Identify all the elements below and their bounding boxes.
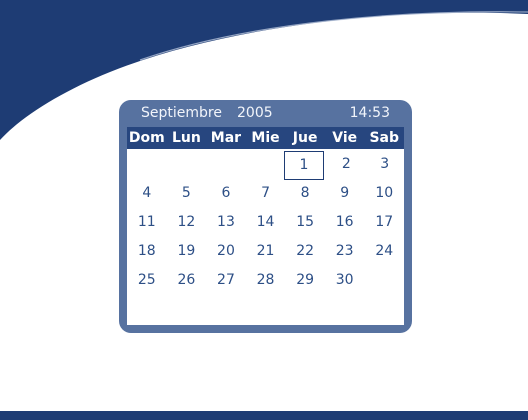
calendar-empty-cell: [242, 151, 280, 180]
calendar-day[interactable]: 8: [285, 180, 325, 209]
weekday-label: Mie: [251, 130, 280, 146]
year-label: 2005: [237, 105, 273, 121]
calendar-day[interactable]: 9: [325, 180, 365, 209]
weekday-label: Mar: [210, 130, 242, 146]
calendar-week-row: 4 5 6 7 8 9 10: [127, 180, 404, 209]
calendar-day[interactable]: 19: [167, 238, 207, 267]
calendar-day[interactable]: 25: [127, 267, 167, 296]
calendar-day[interactable]: 24: [364, 238, 404, 267]
calendar-day[interactable]: 29: [285, 267, 325, 296]
clock-time: 14:53: [349, 105, 390, 121]
calendar-empty-cell: [204, 151, 242, 180]
calendar-week-row: 123: [127, 151, 404, 180]
calendar-day[interactable]: 22: [285, 238, 325, 267]
calendar-day[interactable]: 27: [206, 267, 246, 296]
weekday-label: Dom: [128, 130, 165, 146]
weekday-label: Jue: [292, 130, 318, 146]
calendar-day[interactable]: 18: [127, 238, 167, 267]
calendar-header: Septiembre 2005 14:53: [119, 100, 412, 127]
calendar-widget: Septiembre 2005 14:53 Dom Lun Mar Mie Jue Vie…: [119, 100, 412, 333]
calendar-week-row: 25 26 27 28 29 30: [127, 267, 404, 296]
calendar-empty-cell: [127, 151, 165, 180]
calendar-day[interactable]: 21: [246, 238, 286, 267]
calendar-day[interactable]: 13: [206, 209, 246, 238]
calendar-day[interactable]: 3: [366, 151, 404, 180]
calendar-day[interactable]: 30: [325, 267, 365, 296]
calendar-day[interactable]: 20: [206, 238, 246, 267]
calendar-day[interactable]: 7: [246, 180, 286, 209]
calendar-day[interactable]: 15: [285, 209, 325, 238]
weekday-label: Sab: [369, 130, 400, 146]
calendar-day[interactable]: 11: [127, 209, 167, 238]
calendar-day[interactable]: 10: [364, 180, 404, 209]
calendar-day[interactable]: 28: [246, 267, 286, 296]
calendar-day[interactable]: 4: [127, 180, 167, 209]
calendar-week-row: 18 19 20 21 22 23 24: [127, 238, 404, 267]
calendar-day-selected[interactable]: 1: [283, 151, 325, 180]
tv-screen: Septiembre 2005 14:53 Dom Lun Mar Mie Jue Vie…: [0, 0, 528, 420]
calendar-day[interactable]: 2: [327, 151, 365, 180]
bottom-bar: [0, 411, 528, 420]
calendar-day[interactable]: 5: [167, 180, 207, 209]
calendar-day[interactable]: 23: [325, 238, 365, 267]
calendar-week-row: 11 12 13 14 15 16 17: [127, 209, 404, 238]
calendar-grid: 1 2 3 4 5 6 7 8 9 10 11 12 13 14 15 16 17 18 19 20 21 22 23 24 2…: [127, 149, 404, 325]
calendar-day[interactable]: 17: [364, 209, 404, 238]
calendar-day[interactable]: 14: [246, 209, 286, 238]
weekday-label: Vie: [332, 130, 358, 146]
calendar-day[interactable]: 16: [325, 209, 365, 238]
month-label: Septiembre: [141, 105, 222, 121]
calendar-empty-cell: [165, 151, 203, 180]
calendar-empty-cell: [364, 267, 404, 296]
calendar-day[interactable]: 26: [167, 267, 207, 296]
calendar-day[interactable]: 6: [206, 180, 246, 209]
weekday-label: Lun: [171, 130, 201, 146]
weekday-header-row: Dom Lun Mar Mie Jue Vie Sab: [127, 127, 404, 149]
calendar-day[interactable]: 12: [167, 209, 207, 238]
